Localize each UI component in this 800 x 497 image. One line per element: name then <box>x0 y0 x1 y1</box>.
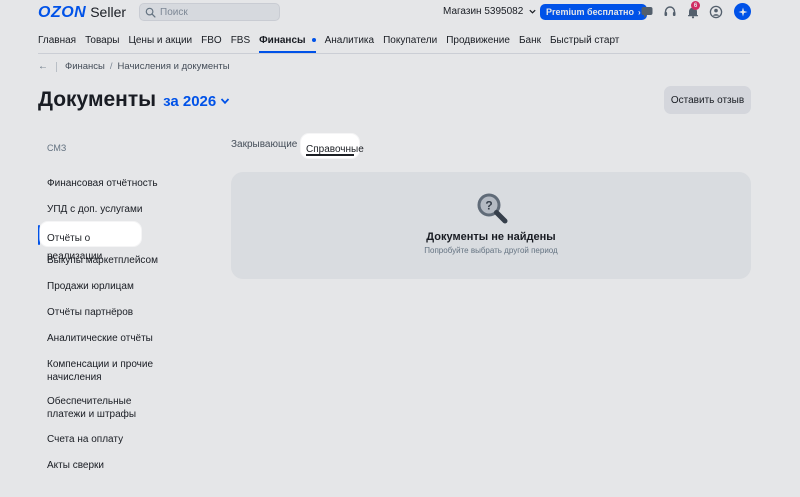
sidebar-item-sales-reports-highlight[interactable]: Отчёты о реализации <box>40 222 141 262</box>
notifications-badge: 6 <box>691 1 700 10</box>
nav-item-bank[interactable]: Банк <box>519 30 541 52</box>
nav-item-promotion[interactable]: Продвижение <box>446 30 510 52</box>
new-indicator-dot <box>311 38 316 43</box>
nav-divider <box>38 53 750 54</box>
breadcrumb-separator <box>56 61 57 72</box>
sidebar-item-reconciliation-acts[interactable]: Акты сверки <box>38 459 188 472</box>
nav-item-customers[interactable]: Покупатели <box>383 30 437 52</box>
nav-item-fbo[interactable]: FBO <box>201 30 222 52</box>
logo-brand: OZON <box>38 4 87 21</box>
sidebar-item-financial-statements[interactable]: Финансовая отчётность <box>38 177 188 190</box>
empty-state-panel: ? Документы не найдены Попробуйте выбрат… <box>231 172 751 279</box>
premium-button[interactable]: Premium бесплатно › <box>540 4 647 20</box>
sidebar-item-sales-reports-label: Отчёты о реализации <box>47 233 103 262</box>
empty-state-subtitle: Попробуйте выбрать другой период <box>424 246 558 255</box>
nav-item-home[interactable]: Главная <box>38 30 76 52</box>
empty-state-title: Документы не найдены <box>426 231 556 243</box>
sidebar-item-upd[interactable]: УПД с доп. услугами <box>38 203 188 216</box>
chevron-down-icon[interactable] <box>220 96 230 106</box>
support-headset-icon[interactable] <box>663 5 677 19</box>
leave-feedback-button[interactable]: Оставить отзыв <box>664 86 751 114</box>
sidebar-item-analytics-reports[interactable]: Аналитические отчёты <box>38 332 188 345</box>
premium-label: Premium бесплатно <box>546 7 634 17</box>
document-tabs: Закрывающие <box>231 137 310 155</box>
search-icon <box>145 7 156 18</box>
tab-closing[interactable]: Закрывающие <box>231 137 297 155</box>
magnifier-question-icon: ? <box>477 193 508 224</box>
sidebar-item-smz[interactable]: СМЗ <box>38 142 188 155</box>
search-input[interactable] <box>160 6 270 18</box>
back-arrow-icon[interactable]: ← <box>38 61 48 72</box>
breadcrumb-accruals[interactable]: Начисления и документы <box>118 61 230 72</box>
breadcrumb-slash: / <box>109 61 113 72</box>
breadcrumb: ← Финансы / Начисления и документы <box>38 61 230 72</box>
sidebar-item-invoices[interactable]: Счета на оплату <box>38 433 188 446</box>
user-profile-icon[interactable] <box>709 5 723 19</box>
chevron-down-icon <box>529 9 536 14</box>
nav-item-prices[interactable]: Цены и акции <box>128 30 192 52</box>
nav-item-products[interactable]: Товары <box>85 30 119 52</box>
year-selector[interactable]: за 2026 <box>163 93 216 110</box>
ozon-seller-logo[interactable]: OZON Seller <box>38 4 126 22</box>
page-header: Документы за 2026 <box>38 88 230 112</box>
search-box[interactable] <box>139 3 280 21</box>
tab-reference-highlight[interactable]: Справочные <box>301 134 364 158</box>
chat-icon[interactable] <box>640 5 654 19</box>
main-navigation: Главная Товары Цены и акции FBO FBS Фина… <box>38 30 628 53</box>
sidebar-item-compensations[interactable]: Компенсации и прочие начисления <box>38 358 156 384</box>
sparkle-icon <box>738 7 747 16</box>
nav-item-fbs[interactable]: FBS <box>231 30 250 52</box>
store-label: Магазин 5395082 <box>443 6 524 17</box>
tab-active-underline <box>306 154 354 156</box>
nav-item-finance[interactable]: Финансы <box>259 30 317 53</box>
nav-item-analytics[interactable]: Аналитика <box>325 30 375 52</box>
ai-assistant-avatar[interactable] <box>734 3 751 20</box>
page: OZON Seller Магазин 5395082 Premium бесп… <box>0 0 800 497</box>
store-selector[interactable]: Магазин 5395082 <box>443 6 537 17</box>
nav-item-quick-start[interactable]: Быстрый старт <box>550 30 619 52</box>
nav-item-finance-label: Финансы <box>259 35 306 46</box>
top-bar: OZON Seller Магазин 5395082 Premium бесп… <box>0 0 800 26</box>
sidebar-item-partner-reports[interactable]: Отчёты партнёров <box>38 306 188 319</box>
breadcrumb-finance[interactable]: Финансы <box>65 61 105 72</box>
sidebar-item-b2b-sales[interactable]: Продажи юрлицам <box>38 280 188 293</box>
logo-product: Seller <box>90 4 127 20</box>
sidebar-item-deposits-penalties[interactable]: Обеспечительные платежи и штрафы <box>38 395 163 421</box>
svg-text:?: ? <box>485 199 492 213</box>
page-title: Документы <box>38 88 157 111</box>
